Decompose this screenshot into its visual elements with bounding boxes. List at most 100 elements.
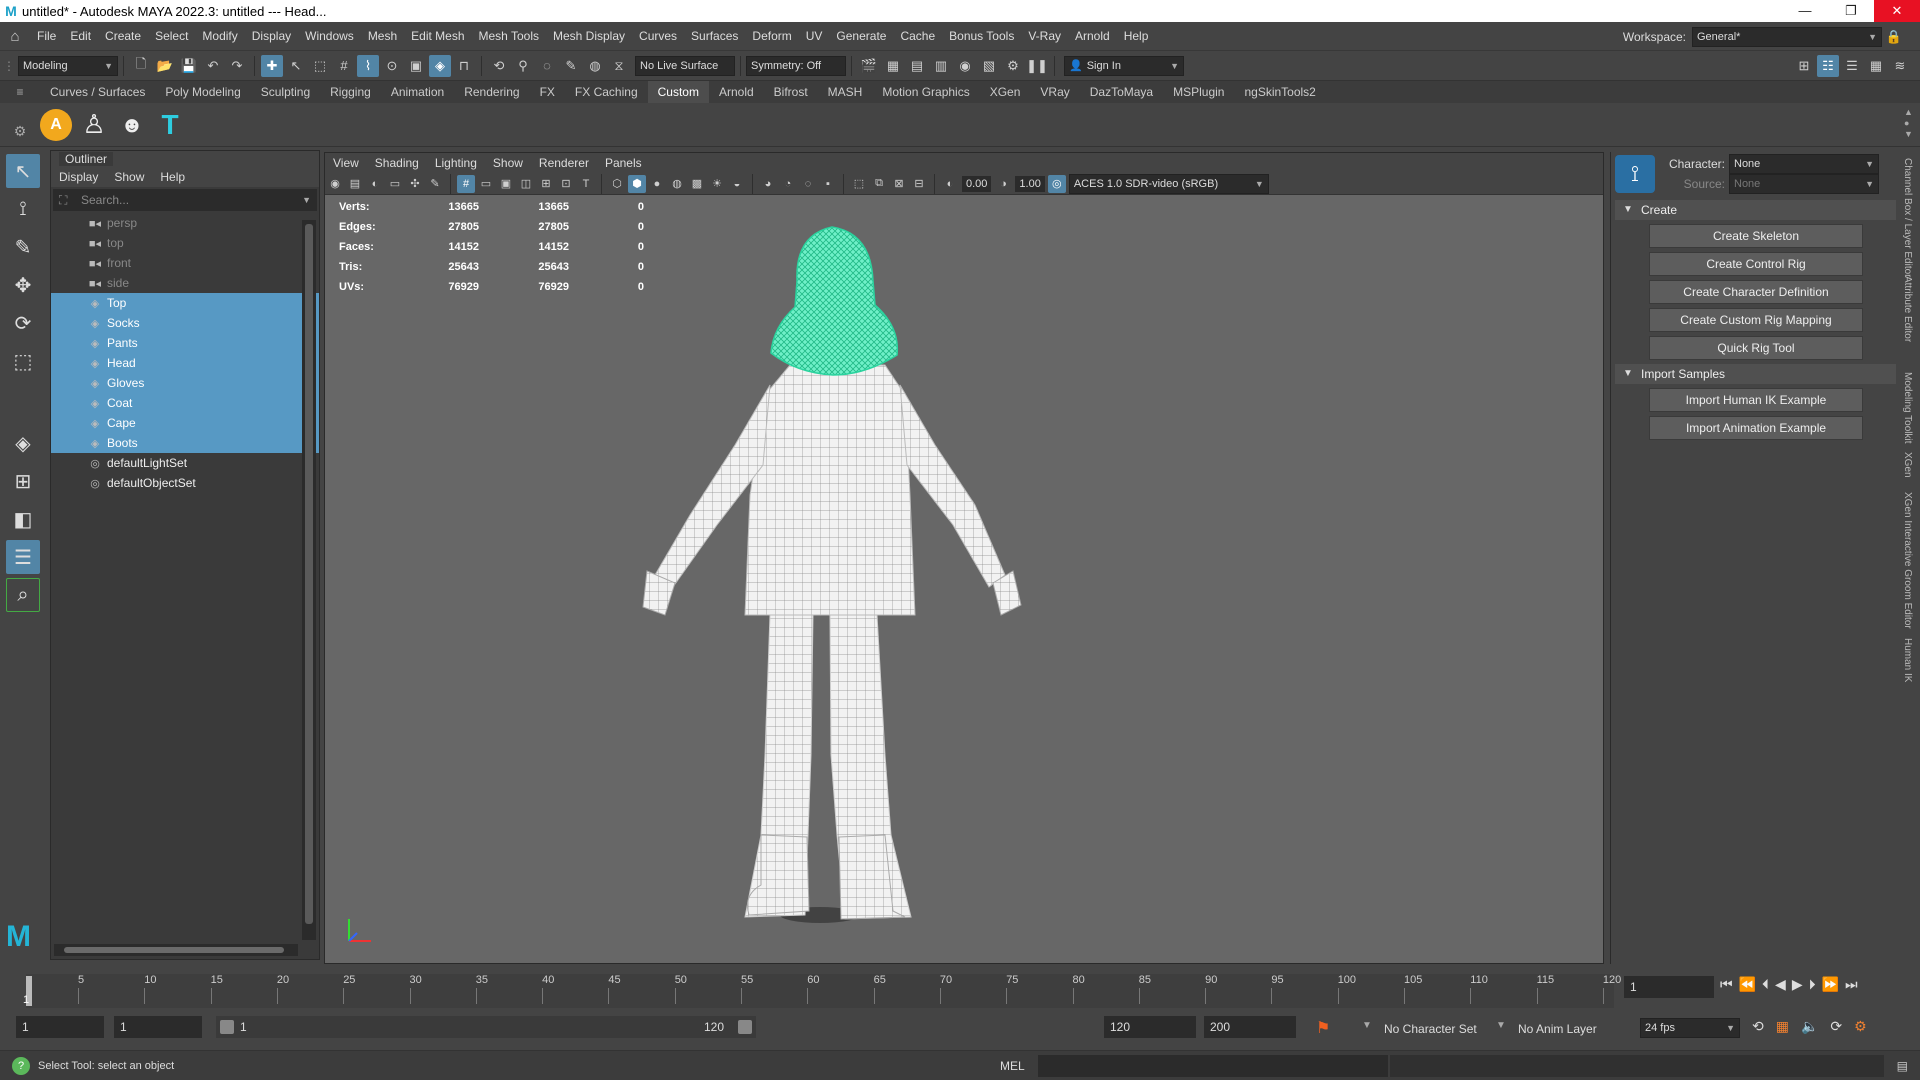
shelf-tab-animation[interactable]: Animation xyxy=(381,81,454,103)
play-forwards-icon[interactable]: ▶ xyxy=(1792,976,1803,993)
select-object-icon[interactable]: ↖ xyxy=(285,55,307,77)
menu-select[interactable]: Select xyxy=(148,22,195,50)
antialiasing-icon[interactable]: ◌ xyxy=(799,175,817,193)
film-gate-icon[interactable]: ▭ xyxy=(477,175,495,193)
search-icon[interactable]: ⌕ xyxy=(6,578,40,612)
minimize-button[interactable]: — xyxy=(1782,0,1828,22)
shelf-tab-xgen[interactable]: XGen xyxy=(980,81,1031,103)
shelf-tab-rigging[interactable]: Rigging xyxy=(320,81,381,103)
script-editor-icon[interactable]: ▤ xyxy=(1897,1059,1908,1073)
outliner-horizontal-scrollbar[interactable] xyxy=(54,944,298,956)
current-frame-field[interactable]: 1 xyxy=(1624,976,1714,998)
outliner-item-boots[interactable]: ◈ Boots xyxy=(51,433,319,453)
menu-curves[interactable]: Curves xyxy=(632,22,684,50)
pause-icon[interactable]: ❚❚ xyxy=(1026,55,1048,77)
script-language-label[interactable]: MEL xyxy=(1000,1059,1025,1073)
viewport-menu-view[interactable]: View xyxy=(325,153,367,173)
bookmark-icon[interactable]: ◐ xyxy=(366,175,384,193)
outliner-item-side[interactable]: ■◂ side xyxy=(51,273,319,293)
viewport-menu-renderer[interactable]: Renderer xyxy=(531,153,597,173)
safe-action-icon[interactable]: ⊡ xyxy=(557,175,575,193)
shelf-tab-fx[interactable]: FX xyxy=(530,81,565,103)
exposure-field[interactable]: 0.00 xyxy=(962,175,992,192)
hypershade-icon[interactable]: ◉ xyxy=(954,55,976,77)
cache-icon[interactable]: ▦ xyxy=(1776,1018,1789,1035)
shelf-tab-rendering[interactable]: Rendering xyxy=(454,81,529,103)
selected-head-mesh[interactable] xyxy=(770,226,899,376)
menu-file[interactable]: File xyxy=(30,22,63,50)
auto-rig-icon[interactable]: A xyxy=(40,108,72,141)
scrollbar-thumb[interactable] xyxy=(305,224,313,924)
import-section-header[interactable]: Import Samples xyxy=(1615,364,1896,384)
viewport-panel[interactable]: View Shading Lighting Show Renderer Panels ◉ … xyxy=(324,152,1604,964)
go-to-end-icon[interactable]: ⏭ xyxy=(1845,976,1858,993)
shelf-tab-arnold[interactable]: Arnold xyxy=(709,81,764,103)
select-tool-icon[interactable]: ↖ xyxy=(6,154,40,188)
gamma-icon[interactable]: ◑ xyxy=(994,175,1012,193)
human-ik-icon[interactable]: T xyxy=(154,109,186,141)
ambient-occlusion-icon[interactable]: ◕ xyxy=(759,175,777,193)
magnet-icon[interactable]: ⊓ xyxy=(453,55,475,77)
shelf-options-icon[interactable]: ⚙ xyxy=(0,123,40,140)
menu-cache[interactable]: Cache xyxy=(893,22,942,50)
shadows-icon[interactable]: ◒ xyxy=(728,175,746,193)
play-backwards-icon[interactable]: ◀ xyxy=(1775,976,1786,993)
menu-set-dropdown[interactable]: Modeling ▼ xyxy=(18,55,118,76)
sign-in-dropdown[interactable]: 👤 Sign In ▼ xyxy=(1064,55,1184,76)
textured-icon[interactable]: ▩ xyxy=(688,175,706,193)
outliner-vertical-scrollbar[interactable] xyxy=(302,220,316,940)
create-control-rig-button[interactable]: Create Control Rig xyxy=(1649,252,1863,276)
create-custom-rig-mapping-button[interactable]: Create Custom Rig Mapping xyxy=(1649,308,1863,332)
go-to-start-icon[interactable]: ⏮ xyxy=(1720,976,1733,993)
undo-icon[interactable]: ↶ xyxy=(202,55,224,77)
command-input[interactable] xyxy=(1038,1055,1388,1077)
lights-icon[interactable]: ☀ xyxy=(708,175,726,193)
menu-arnold[interactable]: Arnold xyxy=(1068,22,1117,50)
side-tab-xgen-interactive-groom-editor[interactable]: XGen Interactive Groom Editor xyxy=(1902,492,1913,629)
home-icon[interactable]: ⌂ xyxy=(0,28,30,45)
outliner-item-front[interactable]: ■◂ front xyxy=(51,253,319,273)
outliner-menu-display[interactable]: Display xyxy=(51,167,106,187)
outliner-menu-help[interactable]: Help xyxy=(152,167,193,187)
shelf-tab-poly-modeling[interactable]: Poly Modeling xyxy=(155,81,250,103)
outliner-search-input[interactable]: ⛶ Search... ▼ xyxy=(53,189,317,211)
live-surface-dropdown[interactable]: No Live Surface xyxy=(635,55,735,76)
menu-edit[interactable]: Edit xyxy=(63,22,98,50)
shelf-tab-fx-caching[interactable]: FX Caching xyxy=(565,81,648,103)
playback-start-field[interactable]: 1 xyxy=(114,1016,202,1038)
scale-tool-icon[interactable]: ⬚ xyxy=(6,344,40,378)
outliner-item-defaultlightset[interactable]: ◎ defaultLightSet xyxy=(51,453,319,473)
snap-surface-icon[interactable]: ◈ xyxy=(429,54,451,77)
redo-icon[interactable]: ↷ xyxy=(226,55,248,77)
grease-pencil-icon[interactable]: ✎ xyxy=(426,175,444,193)
construction-icon[interactable]: ⚲ xyxy=(512,55,534,77)
playback-end-field[interactable]: 120 xyxy=(1104,1016,1196,1038)
shelf-tab-vray[interactable]: VRay xyxy=(1030,81,1079,103)
viewport-menu-show[interactable]: Show xyxy=(485,153,531,173)
shelf-tab-curves-surfaces[interactable]: Curves / Surfaces xyxy=(40,81,155,103)
import-human-ik-example-button[interactable]: Import Human IK Example xyxy=(1649,388,1863,412)
outliner-item-top[interactable]: ■◂ top xyxy=(51,233,319,253)
soft-select-icon[interactable]: ◍ xyxy=(584,55,606,77)
import-animation-example-button[interactable]: Import Animation Example xyxy=(1649,416,1863,440)
menu-mesh-tools[interactable]: Mesh Tools xyxy=(472,22,546,50)
color-management-icon[interactable]: ◎ xyxy=(1047,174,1066,193)
range-handle-right[interactable] xyxy=(738,1020,752,1034)
modeling-toolkit-icon[interactable]: ⊞ xyxy=(1793,55,1815,77)
default-material-icon[interactable]: ● xyxy=(648,175,666,193)
render-view-icon[interactable]: ▦ xyxy=(882,55,904,77)
menu-uv[interactable]: UV xyxy=(799,22,830,50)
search-dropdown-icon[interactable]: ▼ xyxy=(302,189,311,211)
xray-icon[interactable]: ⧉ xyxy=(870,175,888,193)
step-forward-frame-icon[interactable]: ⏵ xyxy=(1809,976,1816,993)
gamma-field[interactable]: 1.00 xyxy=(1015,175,1045,192)
paint-select-icon[interactable]: ✎ xyxy=(6,230,40,264)
save-scene-icon[interactable]: 💾 xyxy=(178,55,200,77)
anim-layer-dropdown-icon[interactable]: ▼ xyxy=(1496,1020,1506,1031)
new-scene-icon[interactable]: 🗋 xyxy=(130,55,152,77)
move-tool-icon[interactable]: ✥ xyxy=(6,268,40,302)
preferences-icon[interactable]: ⚙ xyxy=(1854,1018,1867,1035)
outliner-item-gloves[interactable]: ◈ Gloves xyxy=(51,373,319,393)
vray-ipr-icon[interactable]: ⚙ xyxy=(1002,55,1024,77)
menu-create[interactable]: Create xyxy=(98,22,148,50)
